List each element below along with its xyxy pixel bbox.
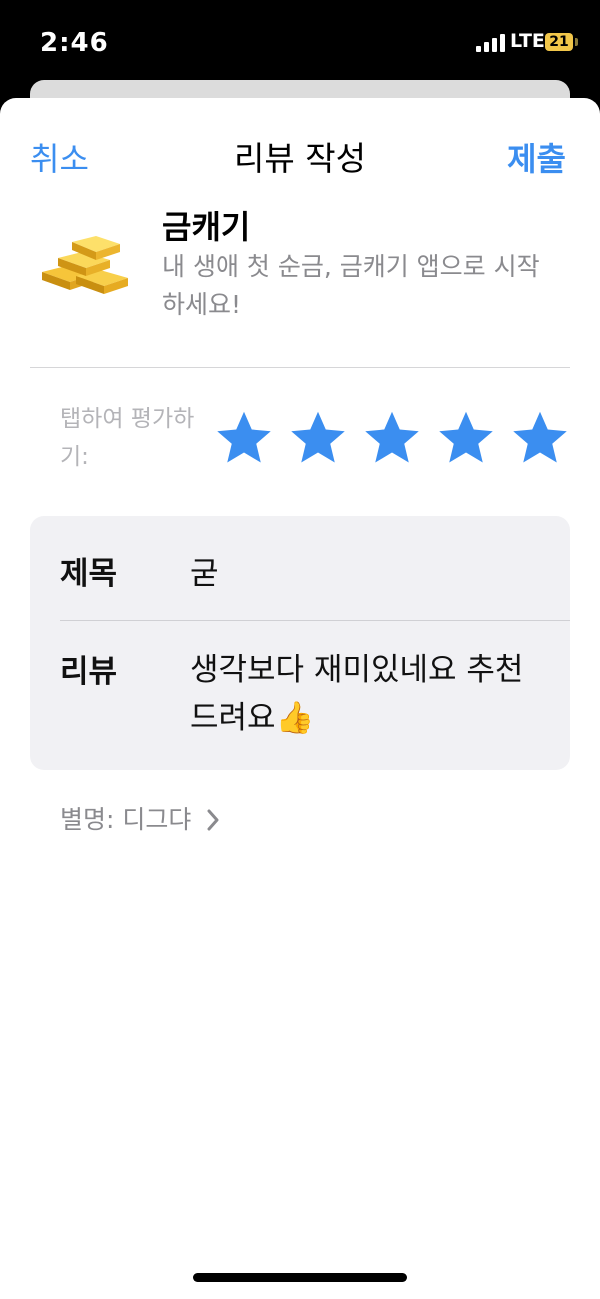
battery-tip <box>575 38 578 46</box>
chevron-right-icon <box>207 809 219 831</box>
app-name: 금캐기 <box>162 208 251 246</box>
review-label: 리뷰 <box>60 654 118 690</box>
review-field[interactable]: 생각보다 재미있네요 추천드려요👍 <box>190 646 550 742</box>
review-form-card: 제목 굳 리뷰 생각보다 재미있네요 추천드려요👍 <box>30 516 570 770</box>
title-field[interactable]: 굳 <box>190 548 219 593</box>
cellular-signal-icon <box>476 32 508 52</box>
star-icon[interactable] <box>436 408 496 468</box>
app-subtitle: 내 생애 첫 순금, 금캐기 앱으로 시작하세요! <box>162 252 540 319</box>
network-type: LTE <box>510 30 545 52</box>
star-icon[interactable] <box>510 408 570 468</box>
star-icon[interactable] <box>288 408 348 468</box>
battery-icon: 21 <box>545 33 573 51</box>
title-label: 제목 <box>60 556 118 592</box>
rating-label: 탭하여 평가하기: <box>60 406 195 470</box>
status-time: 2:46 <box>40 28 109 58</box>
star-icon[interactable] <box>214 408 274 468</box>
nickname-link[interactable]: 별명: 디그댜 <box>60 800 221 836</box>
submit-button[interactable]: 제출 <box>507 134 566 180</box>
star-rating[interactable] <box>214 408 574 468</box>
star-icon[interactable] <box>362 408 422 468</box>
review-sheet: 취소 리뷰 작성 제출 금캐기 내 생애 첫 순금, 금캐기 앱으로 시작하세요… <box>0 98 600 1299</box>
form-divider <box>60 620 570 621</box>
status-bar: 2:46 LTE 21 <box>0 0 600 84</box>
home-indicator <box>193 1273 407 1282</box>
nickname-text: 별명: 디그댜 <box>60 805 192 834</box>
divider <box>30 367 570 368</box>
gold-bars-icon <box>42 236 128 294</box>
